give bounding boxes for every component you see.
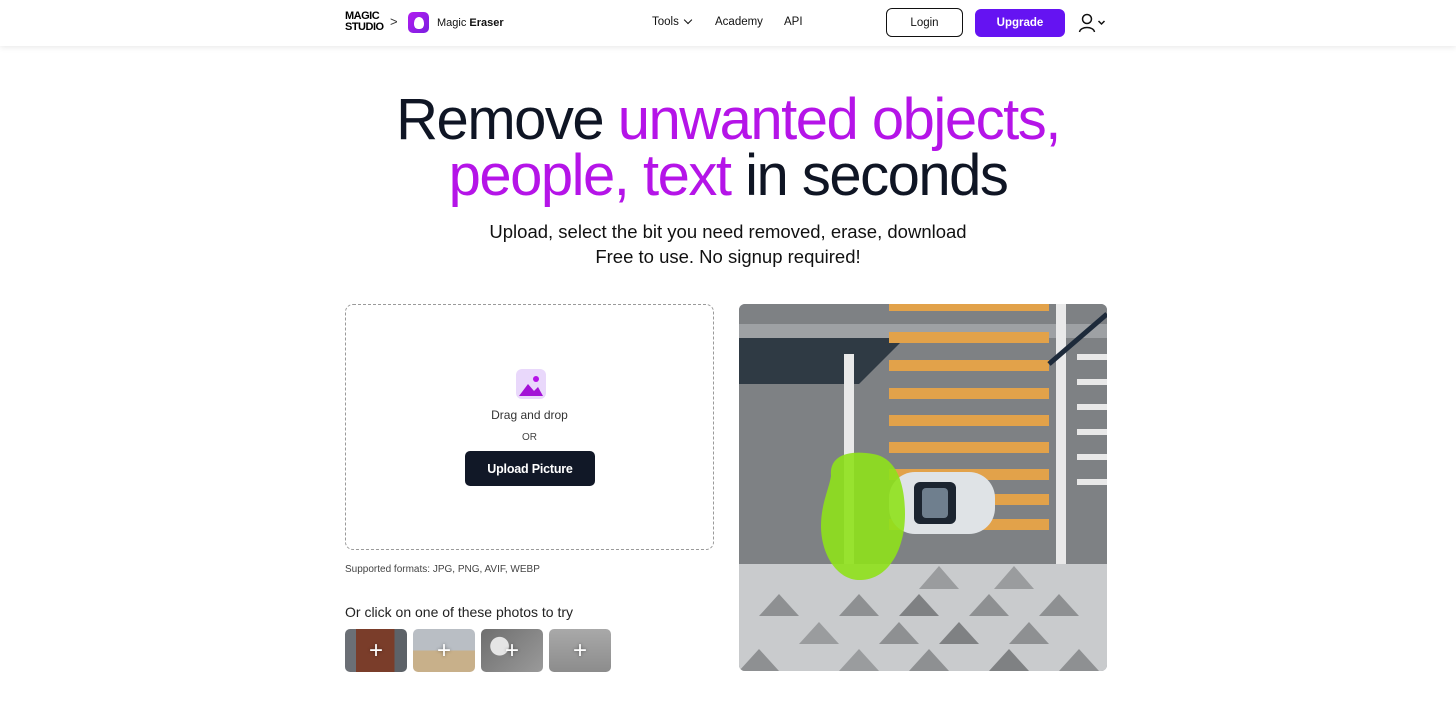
image-placeholder-icon [516, 369, 546, 399]
plus-icon: + [572, 636, 587, 664]
hero-title-plain-2: in seconds [730, 143, 1009, 208]
sample-photo-2[interactable]: + [413, 629, 475, 672]
sample-photos-label: Or click on one of these photos to try [345, 604, 574, 620]
magic-eraser-app-icon [408, 12, 429, 33]
nav-api-link[interactable]: API [784, 16, 803, 28]
hero-title-accent-2: people, text [448, 143, 732, 208]
plus-icon: + [504, 636, 519, 664]
breadcrumb-chevron-icon: > [390, 14, 398, 29]
login-button[interactable]: Login [886, 8, 963, 37]
plus-icon: + [436, 636, 451, 664]
supported-formats-text: Supported formats: JPG, PNG, AVIF, WEBP [345, 564, 540, 575]
app-name-prefix: Magic [437, 17, 467, 29]
chevron-down-icon [683, 15, 693, 25]
demo-preview-image [739, 304, 1107, 671]
hero-subtitle-line2: Free to use. No signup required! [595, 246, 861, 267]
drag-and-drop-text: Drag and drop [491, 408, 568, 422]
top-navigation-bar: MAGIC STUDIO > Magic Eraser Tools Academ… [0, 0, 1456, 46]
logo-text-line2: STUDIO [345, 21, 384, 33]
nav-tools-label: Tools [652, 16, 679, 28]
upload-picture-button[interactable]: Upload Picture [465, 451, 595, 486]
sample-photo-4[interactable]: + [549, 629, 611, 672]
sample-photo-1[interactable]: + [345, 629, 407, 672]
sample-photos-list: + + + + [345, 629, 611, 672]
magic-studio-logo[interactable]: MAGIC STUDIO [345, 11, 385, 35]
nav-tools-menu[interactable]: Tools [652, 15, 693, 28]
upgrade-button[interactable]: Upgrade [975, 9, 1065, 37]
user-account-menu[interactable] [1078, 12, 1108, 34]
hero-title: Remove unwanted objects, people, text in… [0, 91, 1456, 205]
sample-photo-3[interactable]: + [481, 629, 543, 672]
hero-subtitle: Upload, select the bit you need removed,… [0, 219, 1456, 269]
plus-icon: + [368, 636, 383, 664]
upload-dropzone[interactable]: Drag and drop OR Upload Picture [345, 304, 714, 550]
hero-subtitle-line1: Upload, select the bit you need removed,… [489, 221, 967, 242]
user-icon [1078, 13, 1106, 33]
nav-academy-link[interactable]: Academy [715, 16, 763, 28]
app-name-bold: Eraser [469, 17, 504, 29]
or-separator: OR [522, 432, 537, 443]
app-name[interactable]: Magic Eraser [437, 17, 504, 29]
